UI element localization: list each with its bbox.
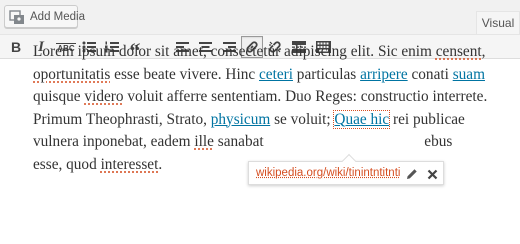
content-link[interactable]: suam: [453, 66, 485, 83]
remove-link-button-popup[interactable]: [424, 166, 440, 182]
text-run: particulas: [292, 65, 361, 83]
text-run: vulnera inponebat, eadem: [33, 133, 195, 150]
misspelled-word[interactable]: censent: [436, 43, 482, 60]
misspelled-word[interactable]: videro: [84, 88, 123, 105]
text-run: sanabat: [213, 133, 264, 150]
bold-button[interactable]: B: [5, 36, 27, 58]
text-run: quisque: [33, 88, 85, 105]
text-run: rei publicae: [389, 110, 465, 128]
text-run: ,: [481, 43, 486, 60]
text-run: se voluit;: [270, 110, 335, 128]
link-toolbar-popup: wikipedia.org/wiki/tinintntitnti: [248, 153, 444, 185]
text-run: esse, quod: [33, 155, 101, 173]
add-media-label: Add Media: [30, 10, 85, 23]
edit-link-button[interactable]: [404, 166, 420, 182]
post-content[interactable]: Lorem ipsum dolor sit amet, consectetur …: [33, 41, 503, 176]
selected-link[interactable]: Quae hic: [333, 109, 391, 129]
text-run: Primum Theophrasti, Strato,: [33, 110, 211, 128]
bold-icon: B: [10, 39, 22, 55]
misspelled-word[interactable]: interesset: [101, 156, 159, 173]
content-link[interactable]: ceteri: [259, 66, 293, 83]
add-media-button[interactable]: Add Media: [4, 5, 85, 28]
text-run: Lorem ipsum dolor sit amet, consectetur …: [33, 43, 436, 60]
hidden-text-run: [264, 133, 425, 150]
content-link[interactable]: physicum: [211, 111, 271, 128]
misspelled-word[interactable]: ille: [194, 133, 214, 150]
text-run: voluit afferre sententiam. Duo Reges: co…: [123, 88, 488, 105]
content-line: vulnera inponebat, eadem ille sanabat eb…: [33, 131, 503, 154]
text-run: .: [158, 155, 163, 173]
media-icon: [9, 9, 25, 25]
text-run: esse beate vivere. Hinc: [110, 65, 259, 83]
text-run: conati: [407, 65, 453, 83]
close-icon: [427, 169, 437, 179]
pencil-icon: [407, 169, 417, 179]
content-line: Primum Theophrasti, Strato, physicum se …: [33, 109, 503, 132]
content-link[interactable]: arripere: [360, 66, 408, 83]
content-line: quisque videro voluit afferre sententiam…: [33, 86, 503, 109]
link-url[interactable]: wikipedia.org/wiki/tinintntitnti: [256, 167, 400, 179]
tab-visual[interactable]: Visual: [476, 11, 520, 34]
content-line: oportunitatis esse beate vivere. Hinc ce…: [33, 64, 503, 87]
misspelled-word[interactable]: oportunitatis: [33, 66, 110, 83]
content-line: Lorem ipsum dolor sit amet, consectetur …: [33, 41, 503, 64]
text-run: ebus: [424, 133, 453, 150]
